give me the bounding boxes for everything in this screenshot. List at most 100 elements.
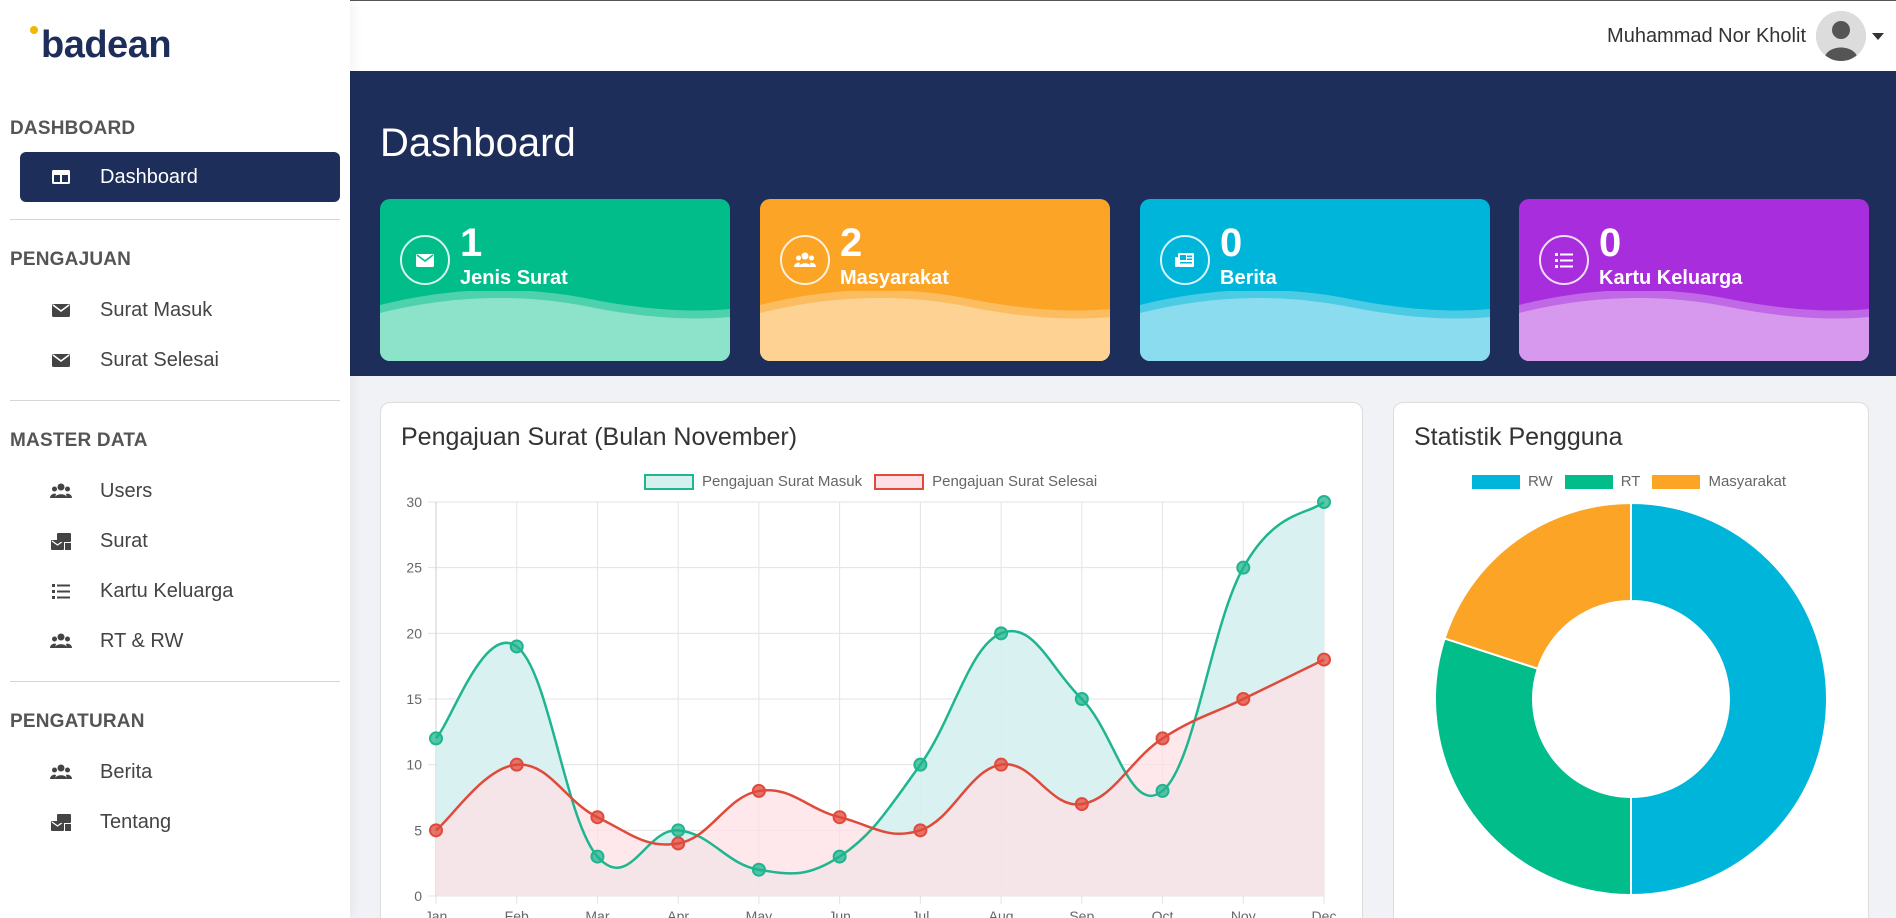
- section-title: DASHBOARD: [10, 118, 136, 139]
- sidebar-item-surat-selesai[interactable]: Surat Selesai: [20, 335, 340, 385]
- sidebar-item-label: Kartu Keluarga: [100, 579, 234, 602]
- data-point[interactable]: [671, 836, 686, 851]
- data-point[interactable]: [1155, 783, 1170, 798]
- user-menu[interactable]: Muhammad Nor Kholit: [1607, 11, 1884, 61]
- divider: [10, 400, 340, 401]
- data-point[interactable]: [994, 626, 1009, 641]
- stat-card-berita[interactable]: 0 Berita: [1140, 199, 1490, 361]
- data-point[interactable]: [509, 639, 524, 654]
- sidebar-item-tentang[interactable]: Tentang: [20, 797, 340, 847]
- card-wave: [1140, 291, 1490, 361]
- data-point[interactable]: [1317, 495, 1331, 509]
- stat-value: 0: [1599, 221, 1622, 265]
- sidebar-item-users[interactable]: Users: [20, 466, 340, 516]
- data-point[interactable]: [1317, 652, 1331, 667]
- section-title: PENGAJUAN: [10, 249, 132, 270]
- envelope-icon: [400, 235, 450, 285]
- sidebar-item-label: Users: [100, 479, 153, 502]
- data-point[interactable]: [913, 823, 928, 838]
- data-point[interactable]: [429, 823, 443, 838]
- sidebar-item-surat-masuk[interactable]: Surat Masuk: [20, 285, 340, 335]
- chevron-down-icon[interactable]: [1872, 32, 1884, 40]
- sidebar-item-label: Tentang: [100, 810, 172, 833]
- data-point[interactable]: [1074, 797, 1089, 812]
- card-wave: [1519, 291, 1869, 361]
- list-icon: [1539, 235, 1589, 285]
- page-title: Dashboard: [380, 121, 576, 165]
- data-point[interactable]: [590, 810, 605, 825]
- mail-bulk-icon: [50, 811, 72, 833]
- data-point[interactable]: [1155, 731, 1170, 746]
- nav-section-pengaturan: PENGATURAN Berita Tentang: [10, 709, 340, 847]
- dashboard-icon: [50, 166, 72, 188]
- data-point[interactable]: [751, 862, 766, 877]
- data-point[interactable]: [1236, 560, 1251, 575]
- divider: [10, 681, 340, 682]
- stat-card-kartu-keluarga[interactable]: 0 Kartu Keluarga: [1519, 199, 1869, 361]
- data-point[interactable]: [1236, 692, 1251, 706]
- divider: [10, 219, 340, 220]
- data-point[interactable]: [751, 783, 766, 798]
- sidebar-item-label: Surat Masuk: [100, 298, 213, 321]
- stat-label: Kartu Keluarga: [1599, 267, 1743, 289]
- y-tick-label: 20: [406, 625, 422, 641]
- line-chart: 0 5 10 15 20 25 30 Jan Feb Mar Apr May Jun Jul Aug Sep O…: [406, 494, 1336, 918]
- users-icon: [50, 761, 72, 783]
- x-tick-label: Apr: [667, 908, 689, 918]
- data-point[interactable]: [429, 731, 443, 746]
- card-wave: [760, 291, 1110, 361]
- section-title: PENGATURAN: [10, 711, 145, 732]
- data-point[interactable]: [832, 849, 847, 864]
- stat-card-masyarakat[interactable]: 2 Masyarakat: [760, 199, 1110, 361]
- y-tick-label: 5: [414, 822, 422, 838]
- sidebar-item-label: Surat: [100, 529, 148, 552]
- stat-card-jenis-surat[interactable]: 1 Jenis Surat: [380, 199, 730, 361]
- sidebar: badean DASHBOARD Dashboard PENGAJUAN Sur…: [0, 0, 350, 918]
- stat-label: Masyarakat: [840, 267, 949, 289]
- nav-section-dashboard: DASHBOARD Dashboard: [10, 116, 340, 202]
- sidebar-item-label: RT & RW: [100, 629, 184, 652]
- users-icon: [780, 235, 830, 285]
- sidebar-item-rt-rw[interactable]: RT & RW: [20, 616, 340, 666]
- nav-section-master-data: MASTER DATA Users Surat Kartu Keluarga R…: [10, 428, 340, 666]
- donut-slice[interactable]: [1434, 637, 1632, 897]
- data-point[interactable]: [671, 823, 686, 838]
- header-band: Dashboard 1 Jenis Surat 2 Masyarakat 0 B…: [350, 71, 1896, 376]
- envelope-icon: [50, 349, 72, 371]
- nav-section-pengajuan: PENGAJUAN Surat Masuk Surat Selesai: [10, 247, 340, 385]
- x-tick-label: Jul: [911, 908, 929, 918]
- section-title: MASTER DATA: [10, 430, 148, 451]
- y-tick-label: 30: [406, 494, 422, 510]
- users-icon: [50, 480, 72, 502]
- data-point[interactable]: [1074, 692, 1089, 706]
- sidebar-item-surat[interactable]: Surat: [20, 516, 340, 566]
- logo-dot: [30, 26, 38, 34]
- y-tick-label: 10: [406, 757, 422, 773]
- sidebar-item-berita[interactable]: Berita: [20, 747, 340, 797]
- stat-label: Berita: [1220, 267, 1277, 289]
- mail-bulk-icon: [50, 530, 72, 552]
- list-icon: [50, 580, 72, 602]
- x-tick-label: Sep: [1069, 908, 1094, 918]
- sidebar-item-label: Berita: [100, 760, 153, 783]
- newspaper-icon: [1160, 235, 1210, 285]
- y-tick-label: 25: [406, 560, 422, 576]
- data-point[interactable]: [509, 757, 524, 772]
- donut-slice[interactable]: [1630, 501, 1828, 897]
- x-tick-label: Mar: [585, 908, 609, 918]
- brand-logo[interactable]: badean: [30, 26, 172, 64]
- sidebar-item-label: Surat Selesai: [100, 348, 219, 371]
- data-point[interactable]: [994, 757, 1009, 772]
- data-point[interactable]: [590, 849, 605, 864]
- sidebar-item-kartu-keluarga[interactable]: Kartu Keluarga: [20, 566, 340, 616]
- data-point[interactable]: [913, 757, 928, 772]
- avatar[interactable]: [1816, 11, 1866, 61]
- stat-value: 2: [840, 221, 863, 265]
- data-point[interactable]: [832, 810, 847, 825]
- x-tick-label: Aug: [989, 908, 1014, 918]
- donut-slice[interactable]: [1443, 501, 1632, 670]
- stat-value: 1: [460, 221, 483, 265]
- donut-chart: [1434, 501, 1828, 897]
- envelope-icon: [50, 299, 72, 321]
- sidebar-item-dashboard[interactable]: Dashboard: [20, 152, 340, 202]
